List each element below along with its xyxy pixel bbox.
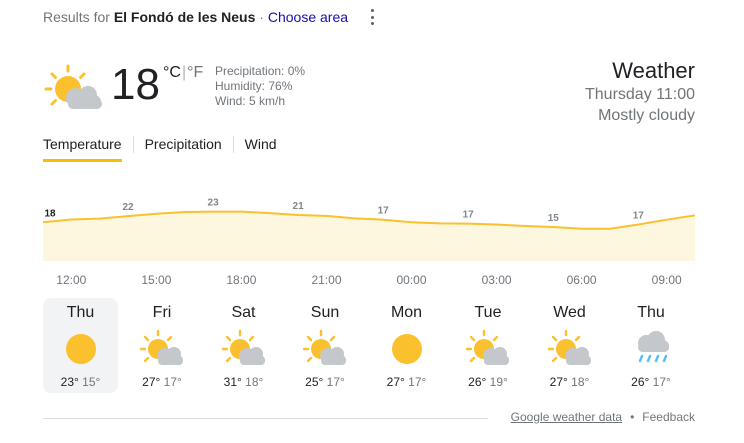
forecast-high: 23° (60, 375, 79, 389)
forecast-high: 26° (468, 375, 487, 389)
tab-divider (232, 136, 234, 153)
temperature-data-label: 17 (463, 210, 475, 221)
partly-cloudy-icon (44, 64, 102, 109)
forecast-low: 17° (163, 375, 182, 389)
forecast-day-wed[interactable]: Wed 27° 18° (532, 298, 607, 393)
tab-temperature[interactable]: Temperature (43, 134, 122, 162)
current-day-time: Thursday 11:00 (585, 86, 695, 103)
google-weather-data-link[interactable]: Google weather data (511, 410, 622, 424)
time-tick-label: 18:00 (226, 273, 257, 287)
more-options-icon[interactable] (366, 8, 378, 26)
footer: Google weather data • Feedback (511, 410, 695, 424)
forecast-day-name: Thu (637, 304, 665, 321)
forecast-temps: 27° 17° (369, 375, 444, 389)
forecast-day-name: Tue (474, 304, 502, 321)
forecast-day-name: Thu (66, 304, 95, 321)
feedback-link[interactable]: Feedback (642, 410, 695, 424)
forecast-low: 17° (326, 375, 345, 389)
forecast-temps: 25° 17° (288, 375, 363, 389)
wind-value: Wind: 5 km/h (215, 94, 286, 108)
temperature-data-label: 22 (122, 202, 134, 213)
tab-divider (132, 136, 134, 153)
partly-cloudy-icon (221, 329, 265, 365)
time-tick-label: 03:00 (481, 273, 512, 287)
forecast-low: 19° (489, 375, 508, 389)
sunny-icon (65, 334, 96, 364)
forecast-day-sun[interactable]: Sun 25° 17° (288, 298, 363, 393)
time-tick-label: 09:00 (651, 273, 682, 287)
temperature-data-label: 18 (44, 208, 56, 219)
forecast-temps: 26° 17° (614, 375, 689, 389)
forecast-day-name: Mon (390, 304, 423, 321)
location-name: El Fondó de les Neus (113, 9, 256, 25)
forecast-low: 17° (408, 375, 427, 389)
choose-area-link[interactable]: Choose area (268, 9, 348, 25)
forecast-low: 18° (571, 375, 590, 389)
tab-wind[interactable]: Wind (245, 134, 277, 162)
forecast-temps: 27° 18° (532, 375, 607, 389)
forecast-day-name: Wed (553, 304, 586, 321)
forecast-day-thu[interactable]: Thu 23° 15° (43, 298, 118, 393)
forecast-high: 25° (305, 375, 324, 389)
temperature-chart: 18 22 23 21 17 17 15 17 (42, 198, 696, 261)
forecast-high: 27° (549, 375, 568, 389)
forecast-day-thu[interactable]: Thu 26° 17° (614, 298, 689, 393)
forecast-day-name: Fri (152, 304, 172, 321)
results-line: Results for El Fondó de les Neus · Choos… (43, 9, 348, 25)
forecast-day-tue[interactable]: Tue 26° 19° (451, 298, 526, 393)
partly-cloudy-icon (303, 329, 346, 365)
results-prefix: Results for (43, 9, 110, 25)
partly-cloudy-icon (466, 329, 509, 365)
forecast-high: 26° (631, 375, 650, 389)
temperature-data-label: 17 (633, 211, 645, 222)
chart-tabs: Temperature Precipitation Wind (43, 134, 277, 162)
forecast-temps: 26° 19° (451, 375, 526, 389)
humidity-value: Humidity: 76% (215, 79, 293, 93)
results-separator: · (259, 9, 264, 25)
forecast-day-fri[interactable]: Fri 27° 17° (125, 298, 200, 393)
footer-dot: • (630, 410, 635, 424)
sunny-icon (391, 334, 422, 364)
time-tick-label: 00:00 (396, 273, 427, 287)
partly-cloudy-icon (547, 329, 591, 365)
partly-cloudy-icon (140, 329, 183, 365)
forecast-day-name: Sun (310, 304, 340, 321)
weather-title-block: Weather Thursday 11:00 Mostly cloudy (585, 58, 695, 126)
precipitation-value: Precipitation: 0% (215, 64, 306, 78)
temperature-data-label: 21 (293, 201, 305, 212)
current-condition: Mostly cloudy (598, 107, 695, 124)
forecast-day-sat[interactable]: Sat 31° 18° (206, 298, 281, 393)
forecast-high: 27° (386, 375, 405, 389)
footer-divider (43, 418, 488, 419)
forecast-temps: 31° 18° (206, 375, 281, 389)
forecast-low: 15° (82, 375, 101, 389)
current-temperature: 18 (111, 60, 160, 109)
unit-toggle: °C|°F (163, 64, 203, 82)
unit-celsius[interactable]: °C (163, 64, 181, 81)
temperature-data-label: 17 (378, 206, 390, 217)
time-tick-label: 15:00 (141, 273, 172, 287)
rain-icon (638, 331, 669, 363)
temperature-data-label: 23 (208, 198, 220, 209)
current-details: Precipitation: 0% Humidity: 76% Wind: 5 … (215, 64, 305, 109)
time-axis: 12:00 15:00 18:00 21:00 00:00 03:00 06:00 09:00 (43, 273, 695, 289)
forecast-low: 18° (245, 375, 264, 389)
forecast-high: 31° (223, 375, 242, 389)
forecast-low: 17° (652, 375, 671, 389)
forecast-day-mon[interactable]: Mon 27° 17° (369, 298, 444, 393)
time-tick-label: 21:00 (311, 273, 342, 287)
forecast-temps: 27° 17° (125, 375, 200, 389)
tab-precipitation[interactable]: Precipitation (145, 134, 222, 162)
temperature-data-label: 15 (548, 213, 560, 224)
forecast-high: 27° (142, 375, 161, 389)
time-tick-label: 06:00 (566, 273, 597, 287)
forecast-temps: 23° 15° (43, 375, 118, 389)
forecast-day-name: Sat (231, 304, 256, 321)
time-tick-label: 12:00 (56, 273, 87, 287)
daily-forecast: Thu 23° 15° Fri 27° 17° Sat 31° 18° Sun 25° 17°… (43, 298, 695, 393)
weather-heading: Weather (612, 58, 695, 83)
unit-fahrenheit[interactable]: °F (187, 64, 203, 81)
